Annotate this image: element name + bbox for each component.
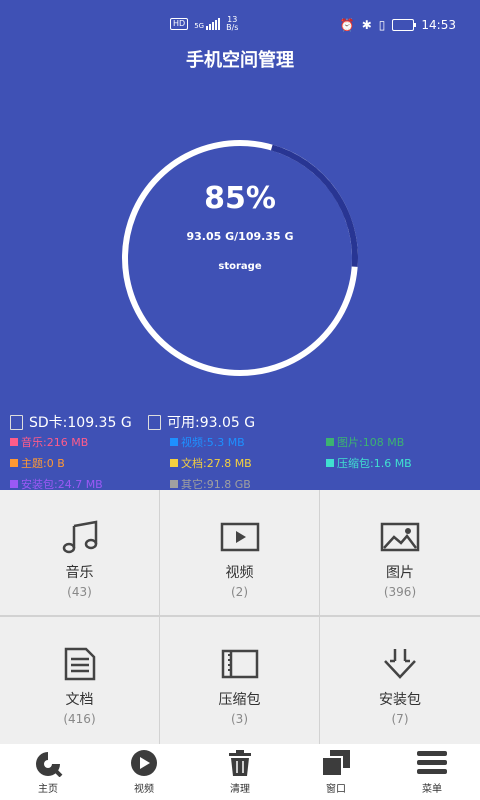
category-grid: 音乐 (43) 视频 (2) 图片 (396) 文档 (416) 压缩包 (3)…: [0, 490, 480, 744]
category-label: 安装包: [379, 692, 421, 708]
storage-ring-chart: [122, 140, 358, 376]
storage-ring: 85% 93.05 G/109.35 G storage: [115, 133, 365, 383]
legend-swatch: [10, 480, 18, 488]
storage-header-panel: HD 5G 13 B/s ⏰ ✱ ▯ 14:53 手机空间管理 85% 93.0…: [0, 0, 480, 491]
bluetooth-icon: ✱: [361, 18, 372, 32]
nav-home[interactable]: 主页: [0, 749, 96, 795]
legend-item: 图片:108 MB: [326, 434, 404, 450]
free-space-summary: 可用:93.05 G: [148, 412, 255, 432]
sd-card-icon: [148, 414, 161, 430]
legend-swatch: [326, 438, 334, 446]
legend-label: 图片:108 MB: [337, 436, 405, 449]
music-icon: [62, 520, 97, 554]
legend-swatch: [10, 459, 18, 467]
legend-label: 视频:5.3 MB: [181, 436, 245, 449]
image-icon: [380, 522, 420, 552]
menu-icon: [417, 751, 447, 774]
play-icon: [131, 750, 157, 776]
legend-label: 主题:0 B: [21, 457, 65, 470]
nav-label: 清理: [230, 784, 250, 795]
nav-label: 窗口: [326, 784, 346, 795]
legend-swatch: [170, 459, 178, 467]
archive-icon: [221, 649, 258, 679]
category-archive[interactable]: 压缩包 (3): [160, 617, 319, 744]
legend-label: 压缩包:1.6 MB: [337, 457, 412, 470]
legend-swatch: [170, 480, 178, 488]
vibrate-icon: ▯: [378, 18, 386, 32]
legend-item: 主题:0 B: [10, 455, 65, 471]
category-count: (396): [383, 585, 417, 599]
category-video[interactable]: 视频 (2): [160, 490, 319, 615]
network-speed: 13 B/s: [226, 15, 239, 32]
legend-swatch: [170, 438, 178, 446]
nav-label: 视频: [134, 784, 154, 795]
nav-clean[interactable]: 清理: [192, 749, 288, 795]
legend-swatch: [326, 459, 334, 467]
category-apk[interactable]: 安装包 (7): [320, 617, 480, 744]
free-space-total: 可用:93.05 G: [167, 415, 256, 431]
category-document[interactable]: 文档 (416): [0, 617, 159, 744]
legend-item: 文档:27.8 MB: [170, 455, 252, 471]
legend-label: 音乐:216 MB: [21, 436, 89, 449]
storage-label: storage: [218, 261, 262, 272]
category-label: 文档: [65, 692, 94, 708]
category-count: (2): [231, 585, 248, 599]
usage-detail: 93.05 G/109.35 G: [186, 230, 294, 243]
category-count: (3): [231, 712, 248, 726]
nav-label: 菜单: [422, 784, 442, 795]
category-label: 音乐: [65, 565, 94, 581]
page-title: 手机空间管理: [186, 50, 294, 71]
legend-swatch: [10, 438, 18, 446]
alarm-icon: ⏰: [339, 18, 355, 32]
home-icon: [36, 752, 63, 777]
sd-card-summary: SD卡:109.35 G: [10, 412, 132, 432]
category-count: (43): [67, 585, 92, 599]
signal-icon: 5G: [194, 18, 221, 30]
category-label: 视频: [225, 565, 254, 581]
category-label: 压缩包: [218, 692, 261, 708]
category-count: (7): [391, 712, 409, 726]
category-count: (416): [63, 712, 96, 726]
download-icon: [384, 649, 416, 679]
battery-icon: [392, 19, 417, 31]
nav-label: 主页: [38, 784, 58, 795]
clock: 14:53: [421, 18, 456, 32]
nav-menu[interactable]: 菜单: [384, 749, 480, 795]
bottom-nav: 主页 视频 清理 窗口 菜单: [0, 744, 480, 800]
trash-icon: [229, 750, 251, 776]
category-image[interactable]: 图片 (396): [320, 490, 480, 615]
video-icon: [220, 522, 259, 552]
nav-video[interactable]: 视频: [96, 749, 192, 795]
legend-item: 音乐:216 MB: [10, 434, 88, 450]
network-type: 5G: [194, 22, 205, 30]
sd-card-icon: [10, 414, 23, 430]
legend-label: 文档:27.8 MB: [181, 457, 252, 470]
windows-icon: [321, 750, 350, 777]
category-music[interactable]: 音乐 (43): [0, 490, 159, 615]
document-icon: [64, 647, 95, 681]
usage-percent: 85%: [204, 181, 276, 216]
sd-card-total: SD卡:109.35 G: [29, 415, 132, 431]
nav-windows[interactable]: 窗口: [288, 749, 384, 795]
legend-item: 压缩包:1.6 MB: [326, 455, 412, 471]
legend-item: 视频:5.3 MB: [170, 434, 245, 450]
status-bar: HD 5G 13 B/s ⏰ ✱ ▯ 14:53: [0, 0, 480, 40]
hd-badge: HD: [170, 18, 189, 30]
category-label: 图片: [386, 565, 414, 581]
